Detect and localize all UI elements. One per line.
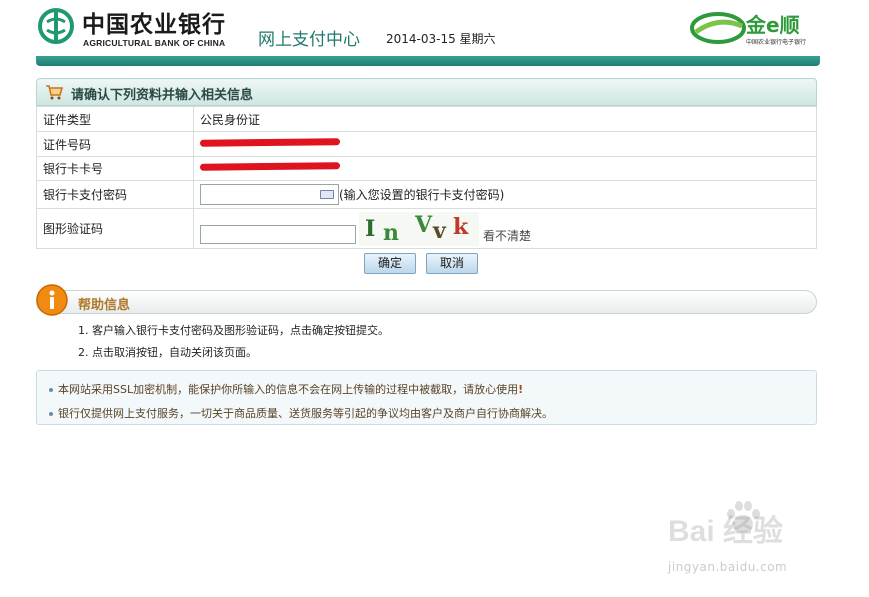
redaction-mark <box>199 162 341 171</box>
jin-e-shun-subtitle: 中国农业银行电子银行 <box>746 39 807 46</box>
info-icon <box>36 284 68 316</box>
row-id-type: 证件类型 公民身份证 <box>36 106 817 132</box>
page-title: 网上支付中心 <box>258 30 360 50</box>
id-type-label: 证件类型 <box>36 106 194 132</box>
captcha-char: n <box>383 219 399 246</box>
captcha-label: 图形验证码 <box>36 208 194 249</box>
id-number-label: 证件号码 <box>36 131 194 157</box>
row-card-number: 银行卡卡号 <box>36 156 817 181</box>
confirm-panel-title: 请确认下列资料并输入相关信息 <box>71 88 254 103</box>
row-captcha: 图形验证码 I n V v k 看不清楚 <box>36 208 817 249</box>
watermark-url: jingyan.baidu.com <box>668 560 788 574</box>
cancel-button[interactable]: 取消 <box>426 253 478 274</box>
card-number-label: 银行卡卡号 <box>36 156 194 181</box>
confirm-button[interactable]: 确定 <box>364 253 416 274</box>
bank-name-en: AGRICULTURAL BANK OF CHINA <box>83 38 226 48</box>
bullet-icon <box>49 412 53 416</box>
pay-password-hint: (输入您设置的银行卡支付密码) <box>339 188 505 202</box>
card-number-masked <box>199 160 341 174</box>
captcha-image[interactable]: I n V v k <box>359 211 479 246</box>
help-item: 1. 客户输入银行卡支付密码及图形验证码，点击确定按钮提交。 <box>78 324 389 337</box>
captcha-input[interactable] <box>200 224 356 244</box>
row-id-number: 证件号码 <box>36 131 817 157</box>
id-number-masked <box>199 136 341 150</box>
pay-password-label: 银行卡支付密码 <box>36 180 194 209</box>
baidu-paw-icon <box>727 501 760 533</box>
captcha-refresh-link[interactable]: 看不清楚 <box>483 227 531 244</box>
captcha-char: k <box>453 213 469 240</box>
notice-text: 本网站采用SSL加密机制，能保护你所输入的信息不会在网上传输的过程中被截取，请放… <box>58 383 519 396</box>
soft-keyboard-icon[interactable] <box>320 190 334 199</box>
notice-mark: ! <box>518 383 524 396</box>
help-item: 2. 点击取消按钮，自动关闭该页面。 <box>78 346 257 359</box>
abc-logo-icon <box>38 8 74 44</box>
bank-name-cn: 中国农业银行 <box>82 11 226 38</box>
header-date: 2014-03-15 星期六 <box>386 32 496 46</box>
captcha-char: I <box>365 215 376 242</box>
notice-line: 本网站采用SSL加密机制，能保护你所输入的信息不会在网上传输的过程中被截取，请放… <box>49 381 523 397</box>
notice-line: 银行仅提供网上支付服务，一切关于商品质量、送货服务等引起的争议均由客户及商户自行… <box>49 405 553 421</box>
shopping-cart-icon <box>46 85 63 100</box>
captcha-char: V <box>415 211 433 238</box>
row-pay-password: 银行卡支付密码 (输入您设置的银行卡支付密码) <box>36 180 817 209</box>
jin-e-shun-text: 金e顺 <box>746 13 800 37</box>
payment-form-table: 证件类型 公民身份证 证件号码 银行卡卡号 银行卡支付密码 (输入您设置的银行卡… <box>36 106 817 249</box>
confirm-panel-header: 请确认下列资料并输入相关信息 <box>36 78 817 106</box>
captcha-char: v <box>433 217 446 244</box>
bullet-icon <box>49 388 53 392</box>
page-header: 中国农业银行 AGRICULTURAL BANK OF CHINA 网上支付中心… <box>0 0 869 66</box>
help-header-bar <box>36 290 817 314</box>
header-divider <box>36 56 820 66</box>
redaction-mark <box>199 137 341 147</box>
pay-password-input[interactable] <box>200 184 339 205</box>
id-type-value: 公民身份证 <box>193 106 817 132</box>
security-notice-box: 本网站采用SSL加密机制，能保护你所输入的信息不会在网上传输的过程中被截取，请放… <box>36 370 817 425</box>
notice-text: 银行仅提供网上支付服务，一切关于商品质量、送货服务等引起的争议均由客户及商户自行… <box>58 407 553 420</box>
help-title: 帮助信息 <box>78 298 131 313</box>
